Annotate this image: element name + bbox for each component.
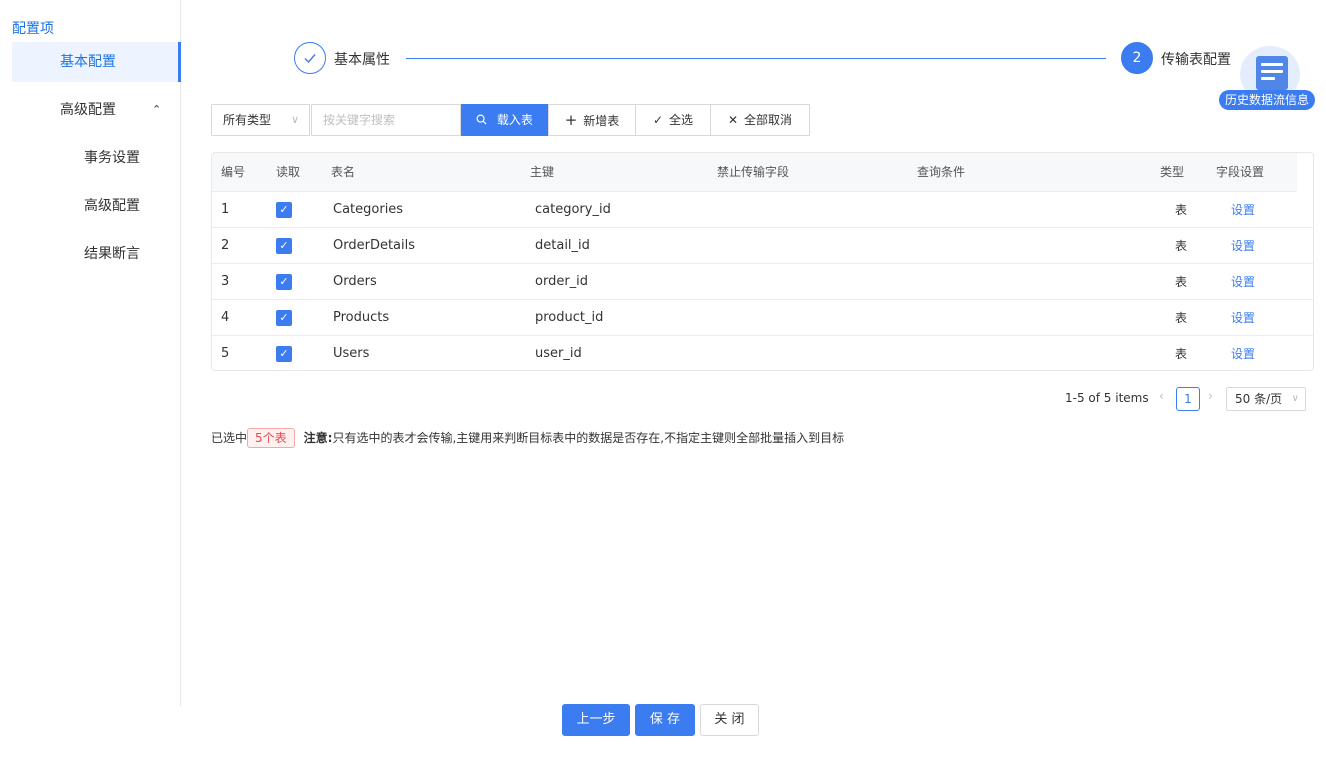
add-table-button[interactable]: + 新增表 [548, 104, 636, 136]
plus-icon: + [564, 111, 578, 129]
document-icon [1256, 56, 1288, 90]
page-size-value: 50 条/页 [1235, 392, 1283, 406]
step-connector [406, 58, 1106, 59]
field-settings-link[interactable]: 设置 [1231, 192, 1255, 228]
read-checkbox[interactable]: ✓ [276, 238, 292, 254]
chevron-down-icon: ∨ [1291, 393, 1299, 404]
selected-prefix: 已选中 [211, 431, 248, 445]
search-input[interactable] [311, 104, 461, 136]
chevron-right-icon[interactable]: › [1208, 389, 1213, 403]
read-checkbox[interactable]: ✓ [276, 346, 292, 362]
table-type: 表 [1175, 203, 1188, 217]
select-all-button[interactable]: ✓ 全选 [635, 104, 711, 136]
column-header: 主键 [530, 165, 555, 179]
pagination-total: 1-5 of 5 items [1065, 391, 1149, 405]
column-header: 查询条件 [917, 165, 966, 179]
table-name: Categories [333, 202, 404, 217]
save-button[interactable]: 保 存 [635, 704, 695, 736]
sidebar-item-transaction-settings[interactable]: 事务设置 [12, 138, 181, 178]
step-transfer-table-config[interactable]: 2 [1121, 42, 1153, 74]
column-header: 禁止传输字段 [717, 165, 790, 179]
sidebar-item-label: 高级配置 [84, 198, 140, 214]
field-settings-link[interactable]: 设置 [1231, 228, 1255, 264]
table-row: 3 ✓ Orders order_id 表 设置 [212, 264, 1313, 300]
chevron-down-icon: ∨ [290, 113, 299, 126]
check-icon [304, 54, 316, 64]
sidebar: 配置项 基本配置 高级配置 ⌃ 事务设置 高级配置 结果断言 [0, 0, 181, 706]
close-button[interactable]: 关 闭 [700, 704, 759, 736]
read-checkbox[interactable]: ✓ [276, 202, 292, 218]
pagination-page[interactable]: 1 [1176, 387, 1200, 411]
selection-note: 已选中 5个表 注意:只有选中的表才会传输,主键用来判断目标表中的数据是否存在,不指… [211, 428, 844, 448]
chevron-left-icon[interactable]: ‹ [1159, 389, 1164, 403]
check-icon: ✓ [652, 113, 664, 127]
sidebar-item-advanced-config-group[interactable]: 高级配置 ⌃ [12, 90, 181, 130]
prev-step-button[interactable]: 上一步 [562, 704, 630, 736]
sidebar-title: 配置项 [12, 21, 54, 37]
field-settings-link[interactable]: 设置 [1231, 264, 1255, 300]
select-all-label: 全选 [669, 113, 694, 127]
field-settings-link[interactable]: 设置 [1231, 336, 1255, 370]
table-row: 1 ✓ Categories category_id 表 设置 [212, 192, 1313, 228]
type-select-value: 所有类型 [223, 113, 272, 127]
chevron-up-icon: ⌃ [152, 103, 162, 116]
table-row: 4 ✓ Products product_id 表 设置 [212, 300, 1313, 336]
row-number: 4 [221, 310, 230, 325]
table-row: 2 ✓ OrderDetails detail_id 表 设置 [212, 228, 1313, 264]
row-number: 5 [221, 346, 230, 361]
cancel-all-label: 全部取消 [744, 113, 793, 127]
table-row: 5 ✓ Users user_id 表 设置 [212, 336, 1313, 370]
note-text: 只有选中的表才会传输,主键用来判断目标表中的数据是否存在,不指定主键则全部批量插… [332, 431, 845, 445]
primary-key: order_id [535, 274, 589, 289]
table-name: Products [333, 310, 390, 325]
table-name: Users [333, 346, 370, 361]
row-number: 3 [221, 274, 230, 289]
primary-key: detail_id [535, 238, 590, 253]
primary-key: user_id [535, 346, 582, 361]
sidebar-item-label: 高级配置 [60, 102, 116, 118]
sidebar-item-label: 事务设置 [84, 150, 140, 166]
step-label: 传输表配置 [1161, 52, 1231, 68]
close-icon: ✕ [727, 113, 739, 127]
note-label: 注意: [303, 431, 333, 445]
sidebar-item-label: 基本配置 [60, 54, 116, 70]
column-header: 表名 [331, 165, 356, 179]
page-size-select[interactable]: 50 条/页 ∨ [1226, 387, 1306, 411]
field-settings-link[interactable]: 设置 [1231, 300, 1255, 336]
table-header: 编号 读取 表名 主键 禁止传输字段 查询条件 类型 字段设置 [212, 153, 1297, 192]
selected-count-badge: 5个表 [247, 428, 295, 448]
step-label: 基本属性 [334, 52, 390, 68]
primary-key: product_id [535, 310, 604, 325]
sidebar-item-advanced-config[interactable]: 高级配置 [12, 186, 181, 226]
step-basic-properties[interactable] [294, 42, 326, 74]
row-number: 1 [221, 202, 230, 217]
type-select[interactable]: 所有类型 ∨ [211, 104, 310, 136]
column-header: 编号 [221, 165, 246, 179]
row-number: 2 [221, 238, 230, 253]
search-icon [476, 113, 491, 127]
read-checkbox[interactable]: ✓ [276, 274, 292, 290]
read-checkbox[interactable]: ✓ [276, 310, 292, 326]
history-dataflow-label: 历史数据流信息 [1219, 90, 1316, 110]
load-table-label: 载入表 [496, 113, 533, 127]
cancel-all-button[interactable]: ✕ 全部取消 [710, 104, 810, 136]
load-table-button[interactable]: 载入表 [461, 104, 548, 136]
table-name: OrderDetails [333, 238, 416, 253]
tables-table: 编号 读取 表名 主键 禁止传输字段 查询条件 类型 字段设置 1 ✓ Cate… [211, 152, 1314, 371]
column-header: 类型 [1160, 165, 1185, 179]
table-type: 表 [1175, 275, 1188, 289]
table-type: 表 [1175, 239, 1188, 253]
column-header: 字段设置 [1216, 165, 1265, 179]
sidebar-item-label: 结果断言 [84, 246, 140, 262]
column-header: 读取 [276, 165, 301, 179]
primary-key: category_id [535, 202, 611, 217]
add-table-label: 新增表 [583, 114, 620, 128]
sidebar-item-basic-config[interactable]: 基本配置 [12, 42, 181, 82]
sidebar-item-result-assertion[interactable]: 结果断言 [12, 234, 181, 274]
table-type: 表 [1175, 347, 1188, 361]
table-name: Orders [333, 274, 377, 289]
table-type: 表 [1175, 311, 1188, 325]
